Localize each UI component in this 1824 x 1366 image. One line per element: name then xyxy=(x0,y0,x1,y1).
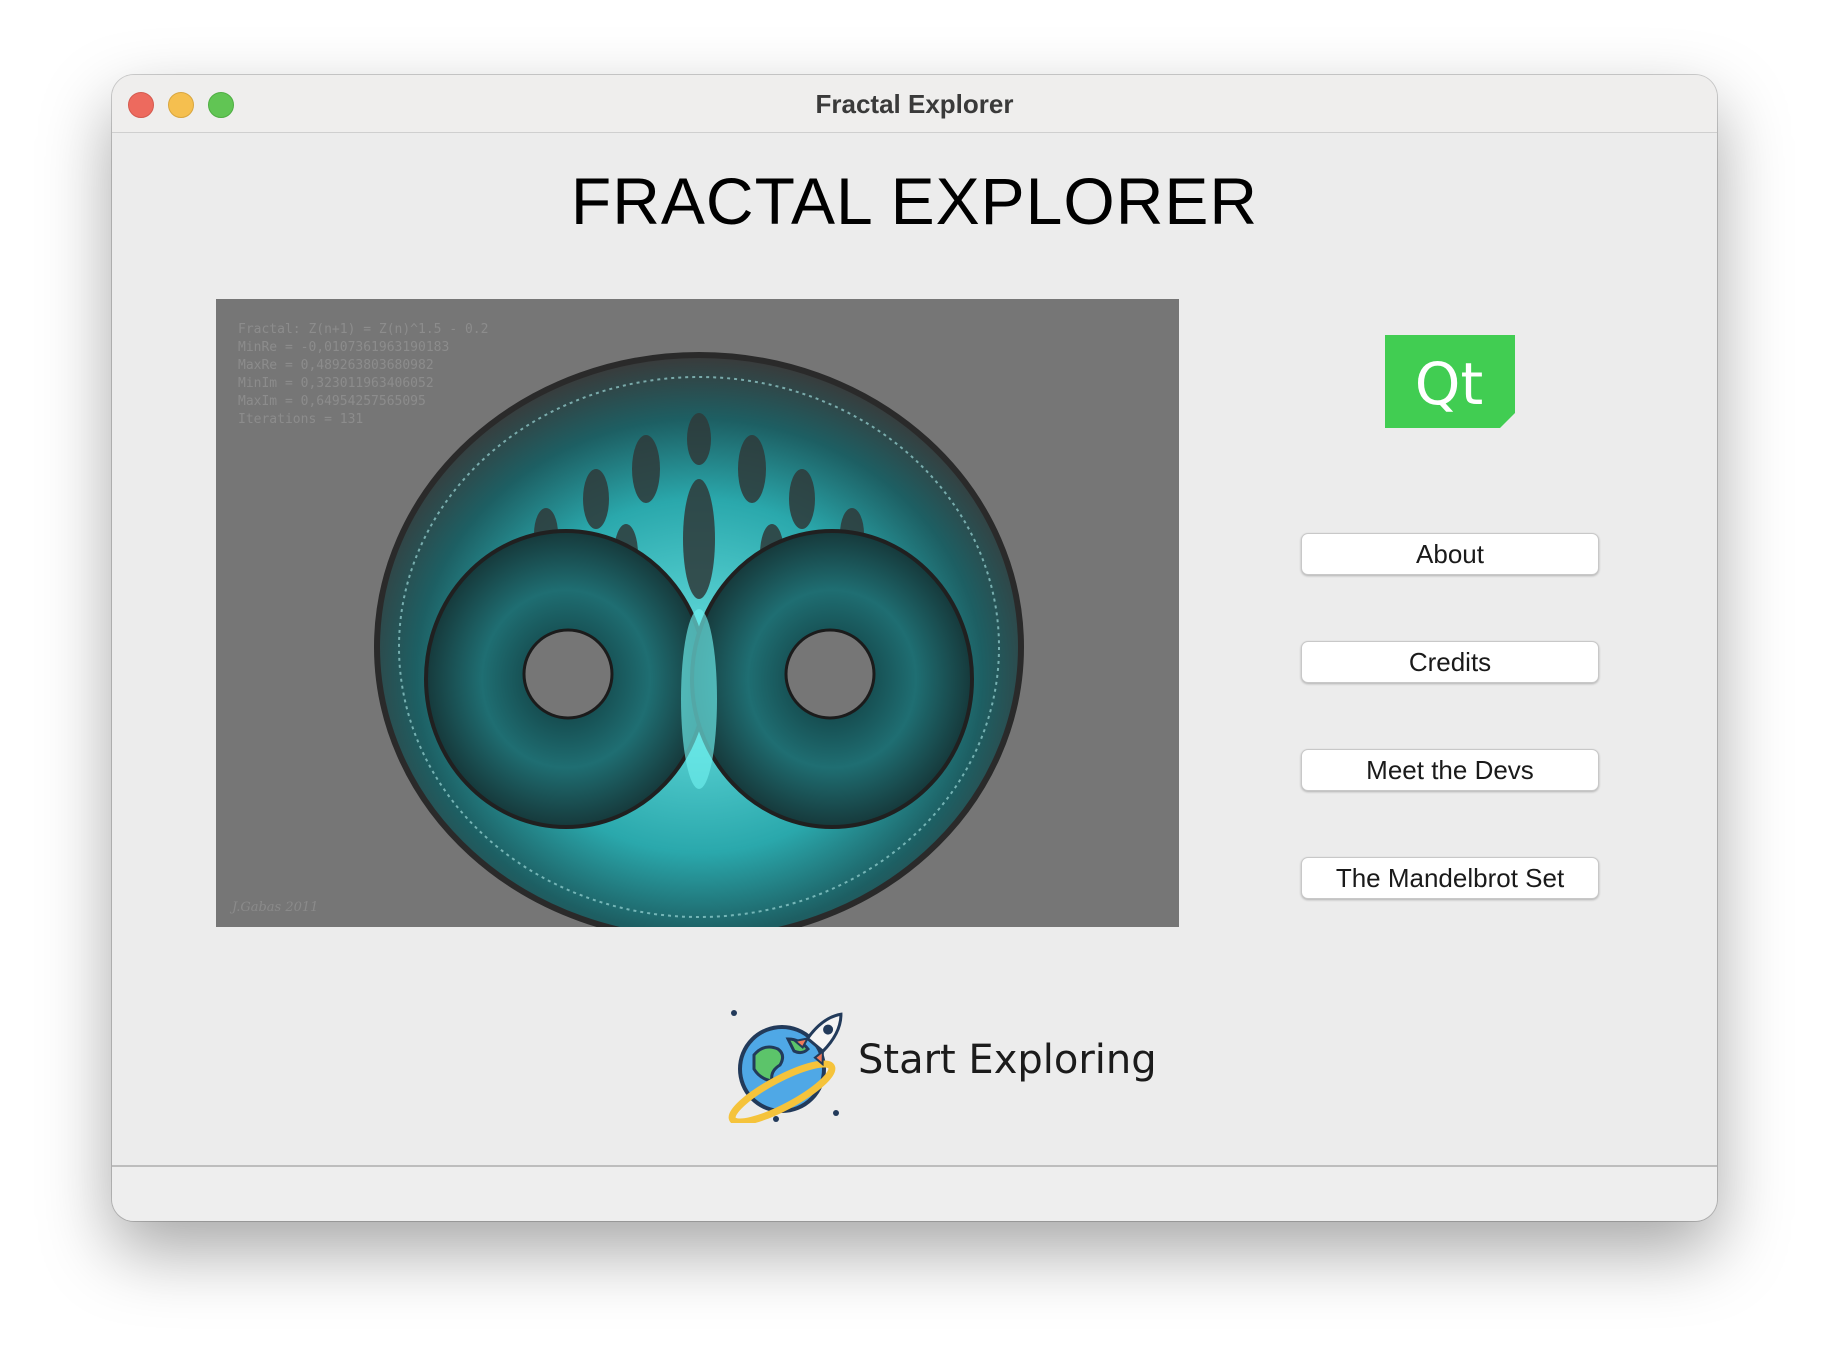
title-bar[interactable]: Fractal Explorer xyxy=(112,75,1717,133)
qt-logo-text: Qt xyxy=(1415,350,1483,418)
start-exploring-button[interactable]: Start Exploring xyxy=(726,1003,1157,1123)
qt-logo-icon: Qt xyxy=(1385,335,1515,433)
fractal-max-re: MaxRe = 0,489263803680982 xyxy=(238,358,434,373)
meet-the-devs-button[interactable]: Meet the Devs xyxy=(1301,749,1599,791)
fractal-iterations: Iterations = 131 xyxy=(238,412,364,427)
app-heading: FRACTAL EXPLORER xyxy=(570,164,1259,238)
status-bar xyxy=(112,1165,1717,1221)
credits-button[interactable]: Credits xyxy=(1301,641,1599,683)
window-title: Fractal Explorer xyxy=(815,89,1014,119)
fractal-max-im: MaxIm = 0,64954257565095 xyxy=(238,394,426,409)
mandelbrot-set-button[interactable]: The Mandelbrot Set xyxy=(1301,857,1599,899)
fractal-parameters: Fractal: Z(n+1) = Z(n)^1.5 - 0.2 MinRe =… xyxy=(238,321,488,429)
fractal-formula: Fractal: Z(n+1) = Z(n)^1.5 - 0.2 xyxy=(238,322,489,337)
fractal-signature: J.Gabas 2011 xyxy=(232,900,319,915)
fractal-min-re: MinRe = -0,0107361963190183 xyxy=(238,340,450,355)
fractal-preview-image: Fractal: Z(n+1) = Z(n)^1.5 - 0.2 MinRe =… xyxy=(216,299,1179,927)
app-window: Fractal Explorer FRACTAL EXPLORER Fracta… xyxy=(112,75,1717,1221)
globe-rocket-icon xyxy=(728,1010,843,1123)
about-button[interactable]: About xyxy=(1301,533,1599,575)
fractal-min-im: MinIm = 0,323011963406052 xyxy=(238,376,434,391)
start-exploring-label: Start Exploring xyxy=(858,1037,1157,1083)
